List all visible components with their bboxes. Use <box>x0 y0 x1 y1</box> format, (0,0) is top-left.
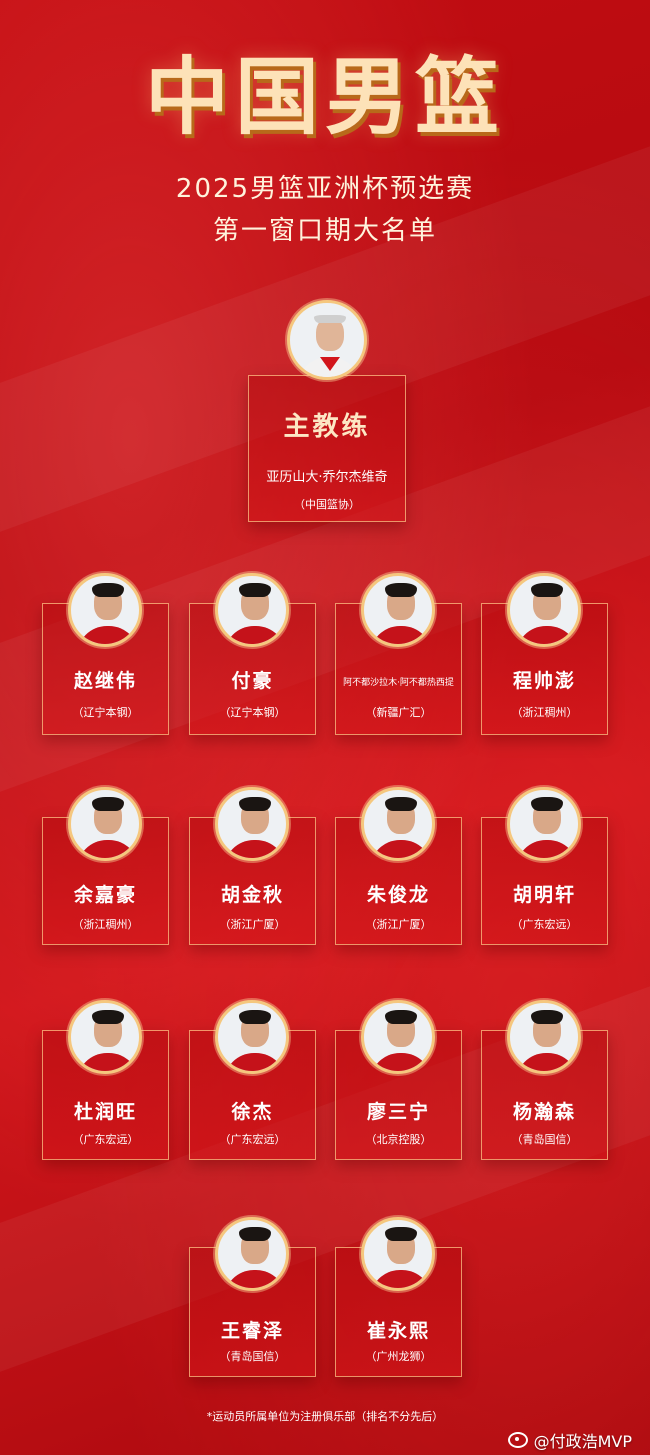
player-photo <box>215 787 289 861</box>
player-name: 杜润旺 <box>73 1101 137 1123</box>
player-name: 余嘉豪 <box>73 884 137 906</box>
player-name: 程帅澎 <box>512 670 576 692</box>
subtitle-line2: 第一窗口期大名单 <box>212 216 437 246</box>
main-title: 中国男篮 <box>144 48 505 146</box>
player-photo <box>507 787 581 861</box>
player-name: 胡明轩 <box>512 884 576 906</box>
player-photo <box>361 1000 435 1074</box>
coach-name: 亚历山大·乔尔杰维奇 <box>266 470 388 485</box>
player-photo <box>68 573 142 647</box>
player-club: （浙江广厦） <box>219 918 286 931</box>
player-club: （北京控股） <box>365 1133 432 1146</box>
coach-role: 主教练 <box>283 412 371 442</box>
player-name: 崔永熙 <box>366 1320 430 1342</box>
player-name: 廖三宁 <box>366 1101 430 1123</box>
player-club: （广东宏远） <box>511 918 578 931</box>
player-photo <box>68 787 142 861</box>
coach-club: （中国篮协） <box>294 498 360 511</box>
player-photo <box>361 573 435 647</box>
player-club: （广州龙狮） <box>365 1350 432 1363</box>
player-club: （浙江稠州） <box>511 706 578 719</box>
player-photo <box>361 1217 435 1291</box>
player-name: 赵继伟 <box>73 670 137 692</box>
player-name: 胡金秋 <box>220 884 284 906</box>
player-club: （广东宏远） <box>72 1133 139 1146</box>
player-name: 朱俊龙 <box>366 884 430 906</box>
player-photo <box>361 787 435 861</box>
player-photo <box>507 573 581 647</box>
player-photo <box>68 1000 142 1074</box>
player-club: （浙江稠州） <box>72 918 139 931</box>
player-name: 徐杰 <box>231 1101 274 1123</box>
weibo-icon <box>507 1432 528 1448</box>
player-photo <box>507 1000 581 1074</box>
player-name: 杨瀚森 <box>512 1101 576 1123</box>
player-club: （青岛国信） <box>511 1133 578 1146</box>
player-club: （新疆广汇） <box>365 706 432 719</box>
player-name: 王睿泽 <box>220 1320 284 1342</box>
footnote: *运动员所属单位为注册俱乐部（排名不分先后） <box>206 1410 444 1423</box>
subtitle-line1: 2025男篮亚洲杯预选赛 <box>175 174 475 204</box>
player-club: （青岛国信） <box>219 1350 286 1363</box>
player-club: （浙江广厦） <box>365 918 432 931</box>
coach-photo <box>287 300 367 380</box>
coach-card: 主教练 亚历山大·乔尔杰维奇 （中国篮协） <box>248 375 406 522</box>
player-photo <box>215 1000 289 1074</box>
player-photo <box>215 1217 289 1291</box>
player-name: 阿不都沙拉木·阿不都热西提 <box>343 678 454 688</box>
player-name: 付豪 <box>231 670 274 692</box>
player-club: （辽宁本钢） <box>72 706 139 719</box>
player-photo <box>215 573 289 647</box>
watermark: @付政浩MVP <box>507 1428 632 1452</box>
watermark-text: @付政浩MVP <box>533 1432 632 1451</box>
player-club: （广东宏远） <box>219 1133 286 1146</box>
player-club: （辽宁本钢） <box>219 706 286 719</box>
